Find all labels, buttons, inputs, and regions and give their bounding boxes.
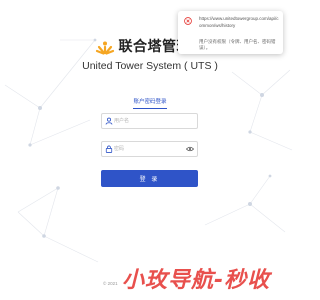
login-tabs: 账户密码登录 [0,90,300,109]
username-field[interactable] [101,113,198,129]
username-input[interactable] [114,114,186,128]
error-notification[interactable]: https://www.unitedtowergroup.com/api/com… [178,11,283,54]
notification-url: https://www.unitedtowergroup.com/api/com… [199,16,279,28]
tab-account-password-login[interactable]: 账户密码登录 [133,97,167,109]
system-name: United Tower System ( UTS ) [82,60,218,72]
lock-icon [105,145,113,153]
notification-message: 用户没有权限（令牌、用户名、密码错误）。 [199,39,276,50]
user-icon [105,117,113,125]
footer-copyright: © 2021 [103,281,118,286]
login-button[interactable]: 登 录 [101,170,198,187]
sun-rays-logo-icon [95,41,114,55]
password-field[interactable] [101,141,198,157]
watermark-text: 小玫导航-秒收 [122,268,271,293]
error-circle-icon [184,17,192,25]
eye-icon[interactable] [186,146,194,152]
password-input[interactable] [114,142,186,156]
